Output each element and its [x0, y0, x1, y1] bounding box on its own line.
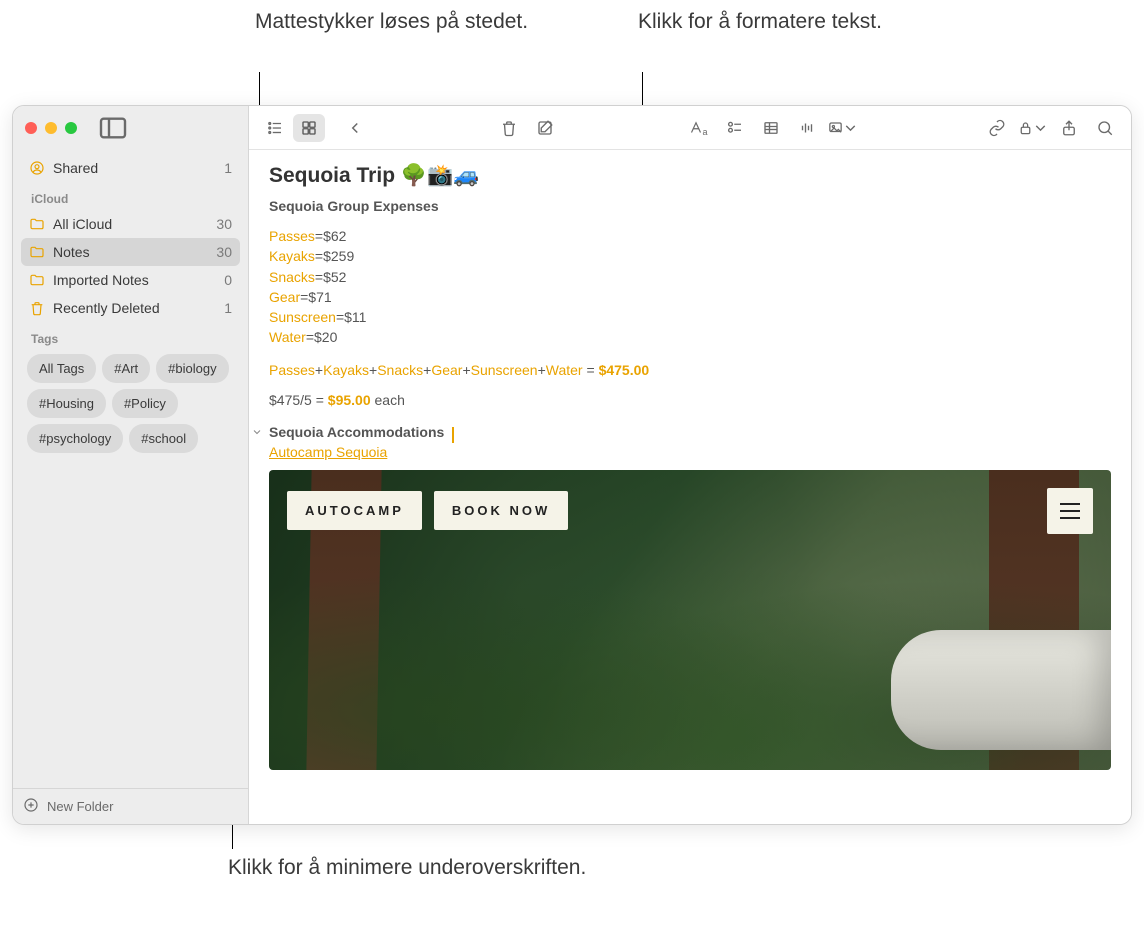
table-button[interactable]	[755, 114, 787, 142]
tags-list: All Tags #Art #biology #Housing #Policy …	[21, 350, 240, 457]
app-window: Shared 1 iCloud All iCloud 30 Notes 30	[12, 105, 1132, 825]
sidebar-item-count: 1	[224, 160, 232, 176]
sidebar-item-count: 1	[224, 300, 232, 316]
close-button[interactable]	[25, 122, 37, 134]
external-link[interactable]: Autocamp Sequoia	[269, 444, 387, 460]
checklist-button[interactable]	[719, 114, 751, 142]
collapsible-heading[interactable]: Sequoia Accommodations	[269, 424, 1111, 440]
shared-icon	[29, 160, 45, 176]
plus-circle-icon	[23, 797, 39, 816]
zoom-button[interactable]	[65, 122, 77, 134]
trash-icon	[29, 300, 45, 316]
media-button[interactable]	[827, 114, 859, 142]
tag-biology[interactable]: #biology	[156, 354, 228, 383]
tag-psychology[interactable]: #psychology	[27, 424, 123, 453]
sidebar-item-label: Recently Deleted	[53, 300, 160, 316]
sidebar-item-label: All iCloud	[53, 216, 112, 232]
book-now-button[interactable]: BOOK NOW	[434, 491, 568, 530]
sidebar-item-label: Notes	[53, 244, 90, 260]
text-cursor	[452, 427, 454, 443]
per-person-line: $475/5 = $95.00 each	[269, 392, 1111, 408]
note-title: Sequoia Trip 🌳📸🚙	[269, 164, 1111, 188]
audio-button[interactable]	[791, 114, 823, 142]
callout-math: Mattestykker løses på stedet.	[255, 8, 528, 36]
sidebar-item-count: 0	[224, 272, 232, 288]
sidebar-item-count: 30	[216, 244, 232, 260]
sidebar-item-shared[interactable]: Shared 1	[21, 154, 240, 182]
sidebar-section-tags: Tags	[31, 332, 232, 346]
callout-format: Klikk for å formatere tekst.	[638, 8, 882, 36]
window-controls	[25, 122, 77, 134]
main-area: a	[249, 106, 1131, 824]
expense-row: Kayaks=$259	[269, 246, 1111, 266]
tag-all[interactable]: All Tags	[27, 354, 96, 383]
sidebar-toggle-button[interactable]	[97, 114, 129, 142]
section-heading-text: Sequoia Accommodations	[269, 424, 444, 440]
expense-list: Passes=$62 Kayaks=$259 Snacks=$52 Gear=$…	[269, 226, 1111, 348]
format-button[interactable]: a	[683, 114, 715, 142]
expense-row: Sunscreen=$11	[269, 307, 1111, 327]
expense-row: Gear=$71	[269, 287, 1111, 307]
sidebar-item-label: Shared	[53, 160, 98, 176]
new-note-button[interactable]	[529, 114, 561, 142]
tag-housing[interactable]: #Housing	[27, 389, 106, 418]
tag-school[interactable]: #school	[129, 424, 198, 453]
folder-icon	[29, 216, 45, 232]
list-view-button[interactable]	[259, 114, 291, 142]
sidebar-item-label: Imported Notes	[53, 272, 149, 288]
expense-row: Passes=$62	[269, 226, 1111, 246]
lock-button[interactable]	[1017, 114, 1049, 142]
new-folder-label: New Folder	[47, 799, 113, 814]
sidebar-item-trash[interactable]: Recently Deleted 1	[21, 294, 240, 322]
note-editor[interactable]: Sequoia Trip 🌳📸🚙 Sequoia Group Expenses …	[249, 150, 1131, 824]
note-title-text: Sequoia Trip 🌳📸🚙	[269, 164, 479, 187]
share-button[interactable]	[1053, 114, 1085, 142]
titlebar-left	[13, 106, 248, 150]
sidebar-content: Shared 1 iCloud All iCloud 30 Notes 30	[13, 150, 248, 788]
tag-art[interactable]: #Art	[102, 354, 150, 383]
sidebar-item-notes[interactable]: Notes 30	[21, 238, 240, 266]
attachment-header: AUTOCAMP BOOK NOW	[287, 488, 1093, 534]
note-subheading: Sequoia Group Expenses	[269, 198, 1111, 214]
toolbar: a	[249, 106, 1131, 150]
web-attachment[interactable]: AUTOCAMP BOOK NOW	[269, 470, 1111, 770]
sidebar-item-all-icloud[interactable]: All iCloud 30	[21, 210, 240, 238]
sidebar-item-imported[interactable]: Imported Notes 0	[21, 266, 240, 294]
callout-collapse: Klikk for å minimere underoverskriften.	[228, 854, 586, 882]
expense-row: Snacks=$52	[269, 267, 1111, 287]
search-button[interactable]	[1089, 114, 1121, 142]
link-button[interactable]	[981, 114, 1013, 142]
tag-policy[interactable]: #Policy	[112, 389, 178, 418]
trailer-graphic	[891, 630, 1111, 750]
expense-row: Water=$20	[269, 327, 1111, 347]
folder-icon	[29, 272, 45, 288]
menu-icon[interactable]	[1047, 488, 1093, 534]
delete-button[interactable]	[493, 114, 525, 142]
math-formula: Passes+Kayaks+Snacks+Gear+Sunscreen+Wate…	[269, 362, 1111, 378]
sidebar-item-count: 30	[216, 216, 232, 232]
gallery-view-button[interactable]	[293, 114, 325, 142]
folder-icon	[29, 244, 45, 260]
brand-badge: AUTOCAMP	[287, 491, 422, 530]
new-folder-button[interactable]: New Folder	[13, 788, 248, 824]
back-button[interactable]	[339, 114, 371, 142]
sidebar: Shared 1 iCloud All iCloud 30 Notes 30	[13, 106, 249, 824]
chevron-down-icon	[251, 426, 263, 438]
minimize-button[interactable]	[45, 122, 57, 134]
sidebar-section-icloud: iCloud	[31, 192, 232, 206]
